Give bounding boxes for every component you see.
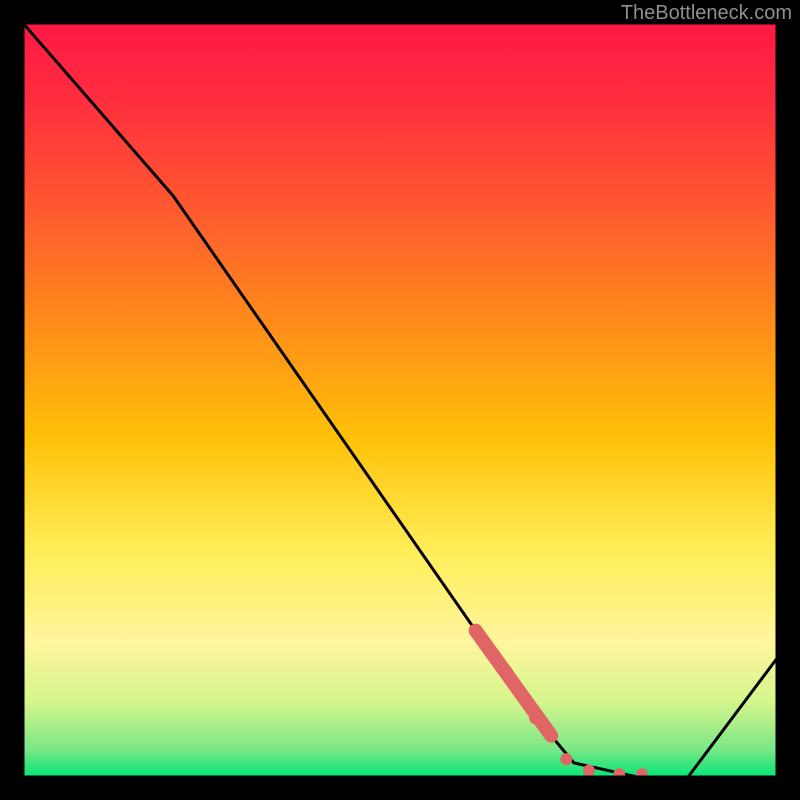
highlight-dot xyxy=(560,753,572,765)
highlight-dot xyxy=(583,764,595,776)
highlight-dot xyxy=(529,711,543,725)
gradient-background xyxy=(22,22,778,778)
highlight-dot xyxy=(499,665,513,679)
plot-frame xyxy=(22,22,778,778)
chart-container: TheBottleneck.com xyxy=(0,0,800,800)
chart-svg xyxy=(22,22,778,778)
watermark-text: TheBottleneck.com xyxy=(621,2,792,25)
